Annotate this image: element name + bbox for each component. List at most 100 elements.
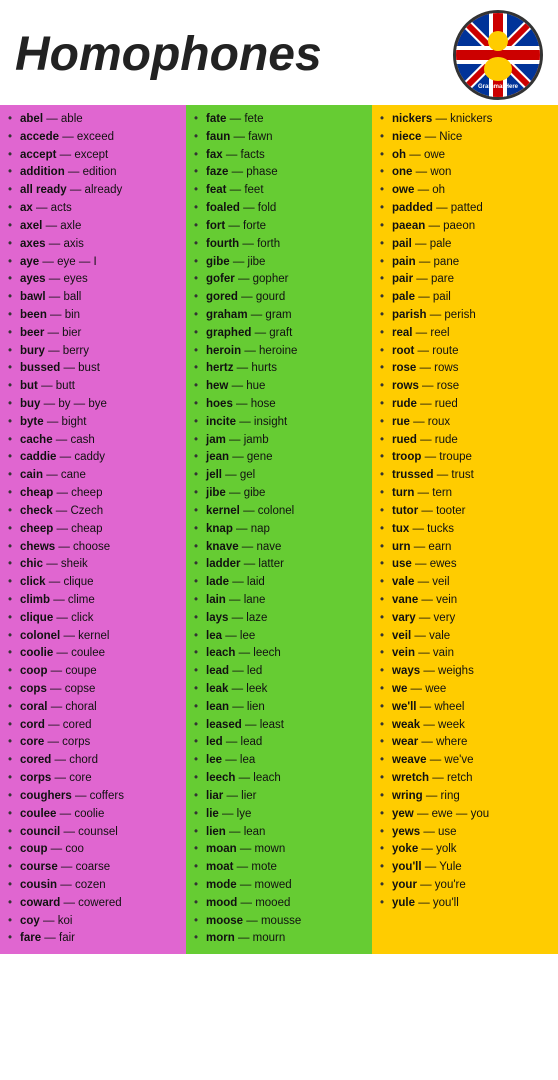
- list-item: bawl — ball: [8, 289, 182, 307]
- list-item: urn — earn: [380, 539, 554, 557]
- list-item: gofer — gopher: [194, 271, 368, 289]
- list-item: one — won: [380, 164, 554, 182]
- list-item: cops — copse: [8, 681, 182, 699]
- header: Homophones: [0, 0, 558, 105]
- list-item: lade — laid: [194, 574, 368, 592]
- list-item: yoke — yolk: [380, 841, 554, 859]
- list-item: heroin — heroine: [194, 343, 368, 361]
- list-item: tutor — tooter: [380, 503, 554, 521]
- list-item: lain — lane: [194, 592, 368, 610]
- list-item: bury — berry: [8, 343, 182, 361]
- list-item: we — wee: [380, 681, 554, 699]
- list-item: pale — pail: [380, 289, 554, 307]
- list-item: veil — vale: [380, 628, 554, 646]
- list-item: wring — ring: [380, 788, 554, 806]
- list-item: paean — paeon: [380, 218, 554, 236]
- list-item: moat — mote: [194, 859, 368, 877]
- list-item: graphed — graft: [194, 325, 368, 343]
- list-item: lee — lea: [194, 752, 368, 770]
- list-item: core — corps: [8, 734, 182, 752]
- word-list-1: abel — ableaccede — exceedaccept — excep…: [8, 111, 182, 948]
- list-item: your — you're: [380, 877, 554, 895]
- list-item: troop — troupe: [380, 449, 554, 467]
- list-item: incite — insight: [194, 414, 368, 432]
- list-item: led — lead: [194, 734, 368, 752]
- list-item: accede — exceed: [8, 129, 182, 147]
- list-item: coral — choral: [8, 699, 182, 717]
- column-1: abel — ableaccede — exceedaccept — excep…: [0, 105, 186, 954]
- list-item: cored — chord: [8, 752, 182, 770]
- list-item: nickers — knickers: [380, 111, 554, 129]
- list-item: morn — mourn: [194, 930, 368, 948]
- list-item: coy — koi: [8, 913, 182, 931]
- list-item: rued — rude: [380, 432, 554, 450]
- list-item: beer — bier: [8, 325, 182, 343]
- list-item: turn — tern: [380, 485, 554, 503]
- list-item: wretch — retch: [380, 770, 554, 788]
- list-item: weak — week: [380, 717, 554, 735]
- list-item: lea — lee: [194, 628, 368, 646]
- list-item: corps — core: [8, 770, 182, 788]
- list-item: fate — fete: [194, 111, 368, 129]
- list-item: jam — jamb: [194, 432, 368, 450]
- list-item: faze — phase: [194, 164, 368, 182]
- list-item: hew — hue: [194, 378, 368, 396]
- list-item: knave — nave: [194, 539, 368, 557]
- list-item: weave — we've: [380, 752, 554, 770]
- page-title: Homophones: [15, 31, 322, 79]
- list-item: but — butt: [8, 378, 182, 396]
- list-item: rose — rows: [380, 360, 554, 378]
- list-item: leach — leech: [194, 645, 368, 663]
- list-item: yew — ewe — you: [380, 806, 554, 824]
- logo-circle: GrammarHere: [453, 10, 543, 100]
- list-item: vary — very: [380, 610, 554, 628]
- list-item: coulee — coolie: [8, 806, 182, 824]
- list-item: you'll — Yule: [380, 859, 554, 877]
- list-item: fort — forte: [194, 218, 368, 236]
- list-item: knap — nap: [194, 521, 368, 539]
- list-item: click — clique: [8, 574, 182, 592]
- list-item: coolie — coulee: [8, 645, 182, 663]
- list-item: hertz — hurts: [194, 360, 368, 378]
- list-item: moan — mown: [194, 841, 368, 859]
- list-item: council — counsel: [8, 824, 182, 842]
- list-item: chic — sheik: [8, 556, 182, 574]
- list-item: caddie — caddy: [8, 449, 182, 467]
- list-item: padded — patted: [380, 200, 554, 218]
- list-item: aye — eye — I: [8, 254, 182, 272]
- list-item: all ready — already: [8, 182, 182, 200]
- list-item: clique — click: [8, 610, 182, 628]
- list-item: foaled — fold: [194, 200, 368, 218]
- list-item: buy — by — bye: [8, 396, 182, 414]
- list-item: faun — fawn: [194, 129, 368, 147]
- list-item: yews — use: [380, 824, 554, 842]
- list-item: check — Czech: [8, 503, 182, 521]
- list-item: graham — gram: [194, 307, 368, 325]
- list-item: mode — mowed: [194, 877, 368, 895]
- list-item: coward — cowered: [8, 895, 182, 913]
- list-item: mood — mooed: [194, 895, 368, 913]
- list-item: lays — laze: [194, 610, 368, 628]
- list-item: wear — where: [380, 734, 554, 752]
- list-item: chews — choose: [8, 539, 182, 557]
- list-item: moose — mousse: [194, 913, 368, 931]
- list-item: fare — fair: [8, 930, 182, 948]
- column-2: fate — fetefaun — fawnfax — factsfaze — …: [186, 105, 372, 954]
- list-item: leak — leek: [194, 681, 368, 699]
- list-item: fourth — forth: [194, 236, 368, 254]
- list-item: real — reel: [380, 325, 554, 343]
- list-item: we'll — wheel: [380, 699, 554, 717]
- list-item: addition — edition: [8, 164, 182, 182]
- list-item: owe — oh: [380, 182, 554, 200]
- list-item: pair — pare: [380, 271, 554, 289]
- list-item: oh — owe: [380, 147, 554, 165]
- list-item: cheap — cheep: [8, 485, 182, 503]
- list-item: been — bin: [8, 307, 182, 325]
- list-item: rude — rued: [380, 396, 554, 414]
- list-item: parish — perish: [380, 307, 554, 325]
- list-item: vane — vein: [380, 592, 554, 610]
- list-item: pail — pale: [380, 236, 554, 254]
- list-item: cain — cane: [8, 467, 182, 485]
- word-list-3: nickers — knickersniece — Niceoh — oweon…: [380, 111, 554, 913]
- list-item: vein — vain: [380, 645, 554, 663]
